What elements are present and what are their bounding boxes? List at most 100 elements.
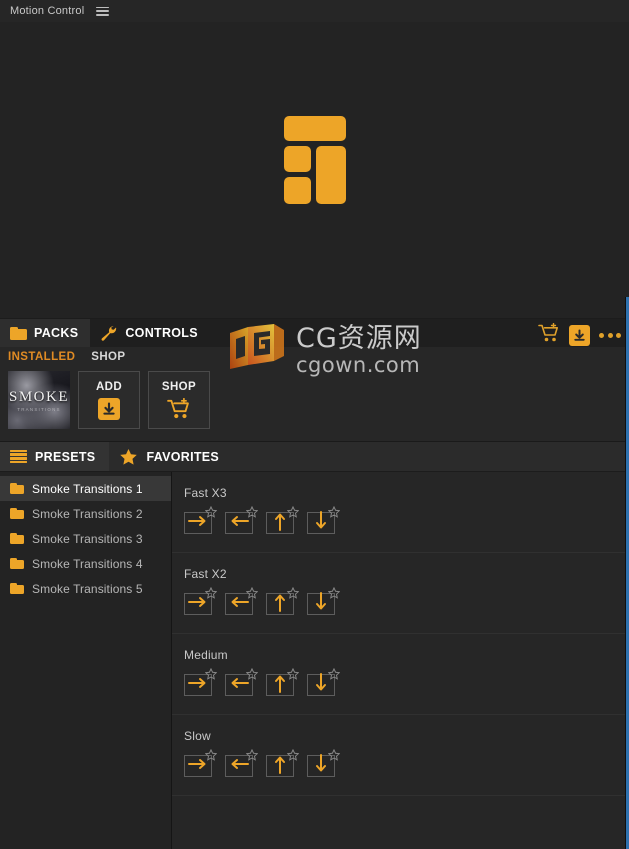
- arrow-up-icon: [274, 511, 286, 536]
- tab-controls[interactable]: CONTROLS: [90, 319, 210, 347]
- preset-item: [225, 507, 253, 534]
- folder-item-label: Smoke Transitions 5: [32, 582, 143, 596]
- shop-button-label: SHOP: [162, 381, 196, 393]
- favorite-star-icon[interactable]: [205, 586, 217, 598]
- page-title: Motion Control: [10, 5, 84, 17]
- preset-group-title: Slow: [184, 729, 629, 743]
- favorite-star-icon[interactable]: [328, 586, 340, 598]
- preset-item: [266, 588, 294, 615]
- favorite-star-icon[interactable]: [246, 586, 258, 598]
- arrow-up-icon: [274, 592, 286, 617]
- favorite-star-icon[interactable]: [205, 667, 217, 679]
- favorite-star-icon[interactable]: [205, 748, 217, 760]
- preset-item: [307, 588, 335, 615]
- download-box-icon: [98, 398, 120, 420]
- preset-group-title: Fast X2: [184, 567, 629, 581]
- folder-icon: [10, 558, 24, 569]
- subtab-shop[interactable]: SHOP: [91, 351, 125, 363]
- preset-item: [266, 507, 294, 534]
- packs-tab-bar: PACKS CONTROLS: [0, 319, 629, 347]
- wrench-icon: [100, 325, 118, 341]
- pack-thumbnail-title: SMOKE: [9, 389, 69, 406]
- favorite-star-icon[interactable]: [287, 748, 299, 760]
- more-options-icon[interactable]: [599, 333, 621, 338]
- preset-folder-list: Smoke Transitions 1 Smoke Transitions 2 …: [0, 472, 172, 849]
- folder-icon: [10, 583, 24, 594]
- favorite-star-icon[interactable]: [328, 748, 340, 760]
- cart-icon: [167, 398, 191, 420]
- preset-item: [184, 669, 212, 696]
- list-item[interactable]: Smoke Transitions 4: [0, 551, 171, 576]
- cart-icon[interactable]: [538, 323, 560, 348]
- folder-icon: [10, 533, 24, 544]
- preset-group-list: Fast X3: [172, 472, 629, 849]
- tab-favorites-label: FAVORITES: [146, 450, 219, 464]
- preview-stage: [0, 22, 629, 318]
- list-item[interactable]: Smoke Transitions 1: [0, 476, 171, 501]
- preset-item: [307, 750, 335, 777]
- preset-group: Slow: [172, 715, 629, 796]
- preset-item: [184, 588, 212, 615]
- add-button[interactable]: ADD: [78, 371, 140, 429]
- favorite-star-icon[interactable]: [287, 586, 299, 598]
- title-bar: Motion Control: [0, 0, 629, 22]
- preset-item: [266, 669, 294, 696]
- folder-item-label: Smoke Transitions 2: [32, 507, 143, 521]
- preset-item: [307, 507, 335, 534]
- motion-control-window: Motion Control PACKS: [0, 0, 629, 849]
- tab-favorites[interactable]: FAVORITES: [109, 442, 233, 471]
- packs-content: SMOKE TRANSITIONS ADD SHOP: [0, 367, 629, 441]
- packs-toolbar: [538, 323, 621, 348]
- preset-group: Medium: [172, 634, 629, 715]
- folder-item-label: Smoke Transitions 1: [32, 482, 143, 496]
- pack-thumbnail[interactable]: SMOKE TRANSITIONS: [8, 371, 70, 429]
- arrow-down-icon: [315, 673, 327, 698]
- arrow-down-icon: [315, 511, 327, 536]
- preset-item: [266, 750, 294, 777]
- arrow-down-icon: [315, 592, 327, 617]
- list-item[interactable]: Smoke Transitions 3: [0, 526, 171, 551]
- favorite-star-icon[interactable]: [205, 505, 217, 517]
- packs-subtab-bar: INSTALLED SHOP: [0, 347, 629, 367]
- preset-item: [225, 750, 253, 777]
- shop-button[interactable]: SHOP: [148, 371, 210, 429]
- preset-item: [225, 669, 253, 696]
- folder-item-label: Smoke Transitions 4: [32, 557, 143, 571]
- tab-packs-label: PACKS: [34, 326, 78, 340]
- preset-item: [307, 669, 335, 696]
- preset-group: Fast X3: [172, 472, 629, 553]
- favorite-star-icon[interactable]: [328, 505, 340, 517]
- favorite-star-icon[interactable]: [246, 748, 258, 760]
- favorite-star-icon[interactable]: [287, 667, 299, 679]
- tab-packs[interactable]: PACKS: [0, 319, 90, 347]
- folder-icon: [10, 327, 27, 340]
- tab-presets[interactable]: PRESETS: [0, 442, 109, 471]
- preset-group-title: Medium: [184, 648, 629, 662]
- preset-item: [184, 507, 212, 534]
- favorite-star-icon[interactable]: [246, 505, 258, 517]
- preset-group: Fast X2: [172, 553, 629, 634]
- list-item[interactable]: Smoke Transitions 5: [0, 576, 171, 601]
- presets-content: Smoke Transitions 1 Smoke Transitions 2 …: [0, 472, 629, 849]
- preset-item: [225, 588, 253, 615]
- presets-tab-bar: PRESETS FAVORITES: [0, 442, 629, 472]
- download-box-icon[interactable]: [569, 325, 590, 346]
- list-icon: [10, 450, 27, 464]
- tab-presets-label: PRESETS: [35, 450, 95, 464]
- star-icon: [119, 448, 138, 466]
- favorite-star-icon[interactable]: [246, 667, 258, 679]
- preset-item: [184, 750, 212, 777]
- packs-panel: PACKS CONTROLS: [0, 318, 629, 441]
- arrow-up-icon: [274, 754, 286, 779]
- arrow-down-icon: [315, 754, 327, 779]
- hamburger-icon[interactable]: [96, 6, 109, 17]
- folder-icon: [10, 483, 24, 494]
- folder-item-label: Smoke Transitions 3: [32, 532, 143, 546]
- motion-control-logo: [284, 116, 346, 204]
- subtab-installed[interactable]: INSTALLED: [8, 351, 75, 363]
- arrow-up-icon: [274, 673, 286, 698]
- favorite-star-icon[interactable]: [287, 505, 299, 517]
- presets-panel: PRESETS FAVORITES Smoke Transitions 1: [0, 441, 629, 849]
- favorite-star-icon[interactable]: [328, 667, 340, 679]
- list-item[interactable]: Smoke Transitions 2: [0, 501, 171, 526]
